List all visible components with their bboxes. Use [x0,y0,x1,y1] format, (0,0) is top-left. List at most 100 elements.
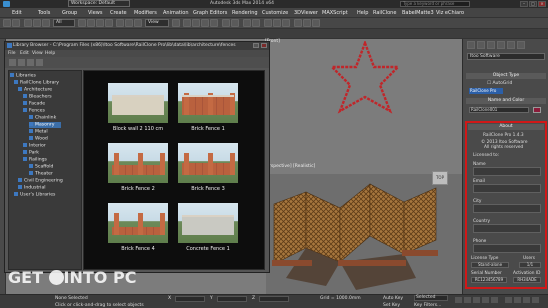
rotate-icon[interactable] [125,19,133,27]
object-name-field[interactable]: RailClone001 [469,107,529,113]
set-key-button[interactable]: Set Key [383,303,400,308]
search-input[interactable]: Type a keyword or phrase [400,1,470,7]
menu-modifiers[interactable]: Modifiers [134,10,157,16]
select-object-icon[interactable] [78,19,86,27]
thumbnail-label[interactable]: Brick Fence 1 [173,126,243,132]
library-back-icon[interactable] [9,59,16,66]
scale-icon[interactable] [134,19,142,27]
y-coord-field[interactable] [217,296,247,302]
menu-rendering[interactable]: Rendering [232,10,258,16]
goto-end-icon[interactable] [491,297,498,303]
railclone-pro-button[interactable]: RailClone Pro [469,88,503,94]
undo-icon[interactable] [3,19,11,27]
render-production-icon[interactable] [312,19,320,27]
workspace-dropdown[interactable]: Workspace: Default [68,0,130,7]
rendered-frame-icon[interactable] [303,19,311,27]
curve-editor-icon[interactable] [264,19,272,27]
minimize-button[interactable]: – [520,1,528,7]
viewcube[interactable]: TOP [432,171,448,185]
display-tab-icon[interactable] [507,41,515,49]
zoom-icon[interactable] [505,297,512,303]
tree-item[interactable]: Park [23,150,39,156]
modify-tab-icon[interactable] [477,41,485,49]
tree-item[interactable]: Facade [23,101,45,107]
thumbnail-image[interactable] [108,83,168,123]
create-tab-icon[interactable] [467,41,475,49]
motion-tab-icon[interactable] [497,41,505,49]
material-editor-icon[interactable] [282,19,290,27]
tree-item[interactable]: Libraries [10,73,36,79]
library-menu-help[interactable]: Help [45,51,55,56]
menu-tools[interactable]: Tools [38,10,50,16]
tree-item[interactable]: Railings [23,157,47,163]
tree-item[interactable]: Civil Engineering [18,178,63,184]
menu-animation[interactable]: Animation [163,10,189,16]
auto-key-button[interactable]: Auto Key [383,296,403,301]
menu-graph-editors[interactable]: Graph Editors [193,10,227,16]
app-logo-icon[interactable] [3,1,10,7]
library-thumbnail-grid[interactable]: Block wall 2 110 cm Brick Fence 1 Brick … [83,70,265,270]
tree-item[interactable]: RailClone Library [14,80,59,86]
utilities-tab-icon[interactable] [517,41,525,49]
menu-edit[interactable]: Edit [12,10,22,16]
menu-group[interactable]: Group [62,10,77,16]
tree-item[interactable]: Chainlink [29,115,56,121]
unlink-icon[interactable] [33,19,41,27]
hierarchy-tab-icon[interactable] [487,41,495,49]
menu-viz-echiaro[interactable]: Viz eChiaro [436,10,464,16]
thumbnail-image[interactable] [178,143,238,183]
menu-maxscript[interactable]: MAXScript [322,10,348,16]
menu-help[interactable]: Help [357,10,368,16]
star-spline-shape[interactable] [330,41,400,131]
menu-create[interactable]: Create [110,10,127,16]
align-icon[interactable] [231,19,239,27]
thumbnail-image[interactable] [108,203,168,243]
prev-frame-icon[interactable] [464,297,471,303]
tree-item[interactable]: Wood [29,136,48,142]
graphite-ribbon-icon[interactable] [252,19,260,27]
library-forward-icon[interactable] [18,59,25,66]
bind-space-warp-icon[interactable] [42,19,50,27]
object-color-swatch[interactable] [533,107,541,113]
snap-toggle-icon[interactable] [183,19,191,27]
link-icon[interactable] [24,19,32,27]
tree-item[interactable]: Scaffold [29,164,53,170]
library-refresh-icon[interactable] [36,59,43,66]
key-filters-button[interactable]: Key Filters... [414,303,441,308]
selected-dropdown[interactable]: Selected [414,295,448,301]
tree-item[interactable]: Fences [23,108,45,114]
layer-manager-icon[interactable] [243,19,251,27]
tree-item[interactable]: Industrial [18,185,46,191]
schematic-view-icon[interactable] [273,19,281,27]
x-coord-field[interactable] [175,296,205,302]
thumbnail-label[interactable]: Brick Fence 4 [103,246,173,252]
pan-icon[interactable] [514,297,521,303]
menu-views[interactable]: Views [88,10,102,16]
thumbnail-label[interactable]: Brick Fence 2 [103,186,173,192]
name-color-header[interactable]: Name and Color [466,98,546,104]
menu-babelmatte[interactable]: BabelMatte3 [402,10,434,16]
library-title-bar[interactable]: Library Browser - C:\Program Files (x86)… [5,42,269,50]
menu-customize[interactable]: Customize [262,10,288,16]
orbit-icon[interactable] [523,297,530,303]
thumbnail-label[interactable]: Brick Fence 3 [173,186,243,192]
window-crossing-icon[interactable] [105,19,113,27]
category-dropdown[interactable]: Itoo Software [467,53,545,60]
move-icon[interactable] [116,19,124,27]
mirror-icon[interactable] [222,19,230,27]
redo-icon[interactable] [12,19,20,27]
thumbnail-label[interactable]: Concrete Fence 1 [173,246,243,252]
tree-item[interactable]: Bleachers [23,94,52,100]
about-header[interactable]: About [468,124,544,130]
close-button[interactable]: × [538,1,546,7]
object-type-header[interactable]: Object Type [466,73,546,79]
library-close-button[interactable] [261,43,267,48]
thumbnail-label[interactable]: Block wall 2 110 cm [103,126,173,132]
angle-snap-icon[interactable] [192,19,200,27]
maximize-viewport-icon[interactable] [532,297,539,303]
thumbnail-image[interactable] [178,203,238,243]
tree-item[interactable]: Architecture [18,87,52,93]
tree-item[interactable]: Theater [29,171,53,177]
tree-item-selected[interactable]: Masonry [29,122,61,128]
play-icon[interactable] [473,297,480,303]
